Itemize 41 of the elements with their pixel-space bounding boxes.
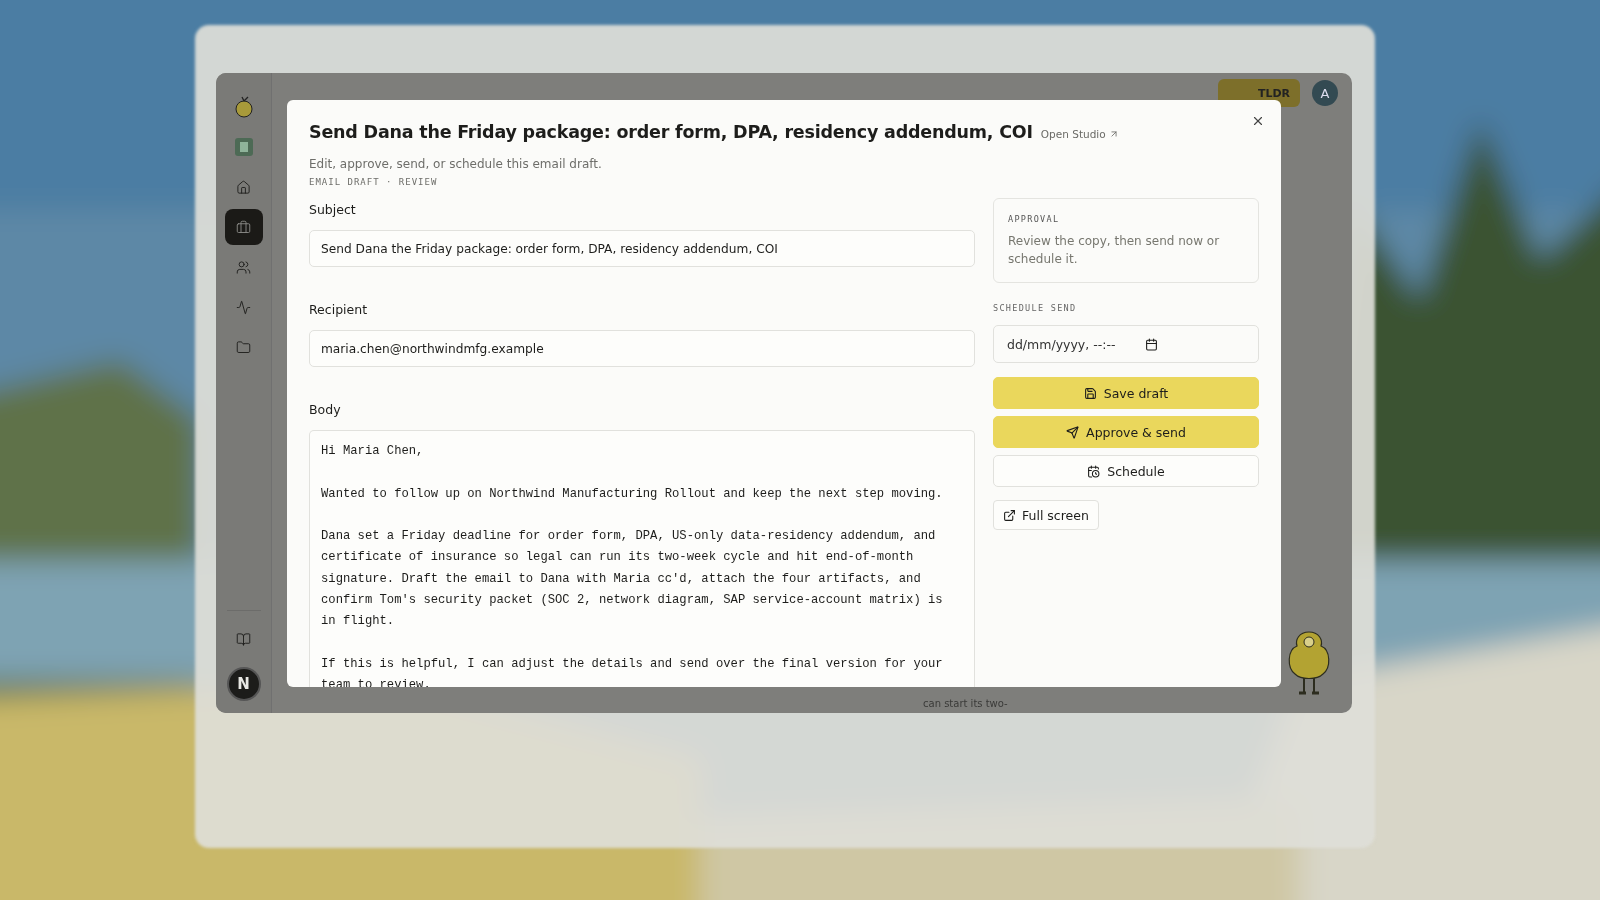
field-label: Recipient	[309, 302, 369, 317]
body-paragraph: Hi Maria Chen,	[321, 443, 425, 460]
body-paragraph: Dana set a Friday deadline for order form, DPA, US-only data-residency addendum, and certificate of insurance so legal can run its two-week cycle and hit end-of-month signature. Draft the email to Dana with Maria cc'd, attach the four artifacts, and confirm Tom's security packet (SOC 2, network diagram, SAP service-account matrix) is in flight.	[321, 528, 944, 631]
activity-icon	[236, 299, 251, 315]
arrow-up-right-icon	[1108, 129, 1119, 139]
approval-heading: APPROVAL	[1008, 214, 1061, 224]
briefcase-icon	[236, 219, 251, 235]
send-icon	[1066, 425, 1080, 439]
approval-text: Review the copy, then send now or schedule it.	[1008, 233, 1221, 268]
fruit-logo-icon	[233, 96, 254, 118]
folder-icon	[236, 339, 251, 355]
draft-status: EMAIL DRAFT · REVIEW	[309, 177, 439, 187]
calendar-icon[interactable]	[1145, 337, 1158, 351]
schedule-label: SCHEDULE SEND	[993, 303, 1078, 313]
datetime-field[interactable]: dd/mm/yyyy, --:--	[993, 325, 1259, 363]
field-label: Body	[309, 402, 342, 417]
book-icon	[236, 631, 251, 647]
dialog-title: Send Dana the Friday package: order form, DPA, residency addendum, COI	[309, 122, 1033, 142]
user-avatar[interactable]: A	[1312, 80, 1338, 106]
send-button[interactable]: Approve & send	[993, 416, 1259, 448]
input-field[interactable]: maria.chen@northwindmfg.example	[309, 330, 975, 367]
background-text: can start its two-	[923, 698, 1008, 709]
schedule-button[interactable]: Schedule	[993, 455, 1259, 487]
open-studio-link[interactable]: Open Studio	[1040, 128, 1119, 140]
datetime-input[interactable]: dd/mm/yyyy, --:--	[1005, 335, 1137, 353]
users-icon	[236, 259, 251, 275]
close-icon	[1251, 114, 1265, 128]
sidebar-item[interactable]	[224, 209, 263, 245]
field-label: Subject	[309, 202, 357, 217]
full-screen-button[interactable]: Full screen	[993, 500, 1099, 530]
input-field[interactable]: Send Dana the Friday package: order form, DPA, residency addendum, COI	[309, 230, 975, 267]
external-link-icon	[1003, 508, 1016, 522]
body-paragraph: Wanted to follow up on Northwind Manufacturing Rollout and keep the next step moving.	[321, 485, 944, 503]
save-icon	[1083, 386, 1097, 400]
building-badge-icon	[234, 138, 253, 156]
home-icon	[236, 179, 251, 195]
user-avatar[interactable]: N	[226, 667, 261, 701]
dialog-subtitle: Edit, approve, send, or schedule this email draft.	[309, 157, 603, 171]
calendar-clock-icon	[1087, 464, 1101, 478]
save-button[interactable]: Save draft	[993, 377, 1259, 409]
body-field[interactable]	[309, 430, 975, 687]
